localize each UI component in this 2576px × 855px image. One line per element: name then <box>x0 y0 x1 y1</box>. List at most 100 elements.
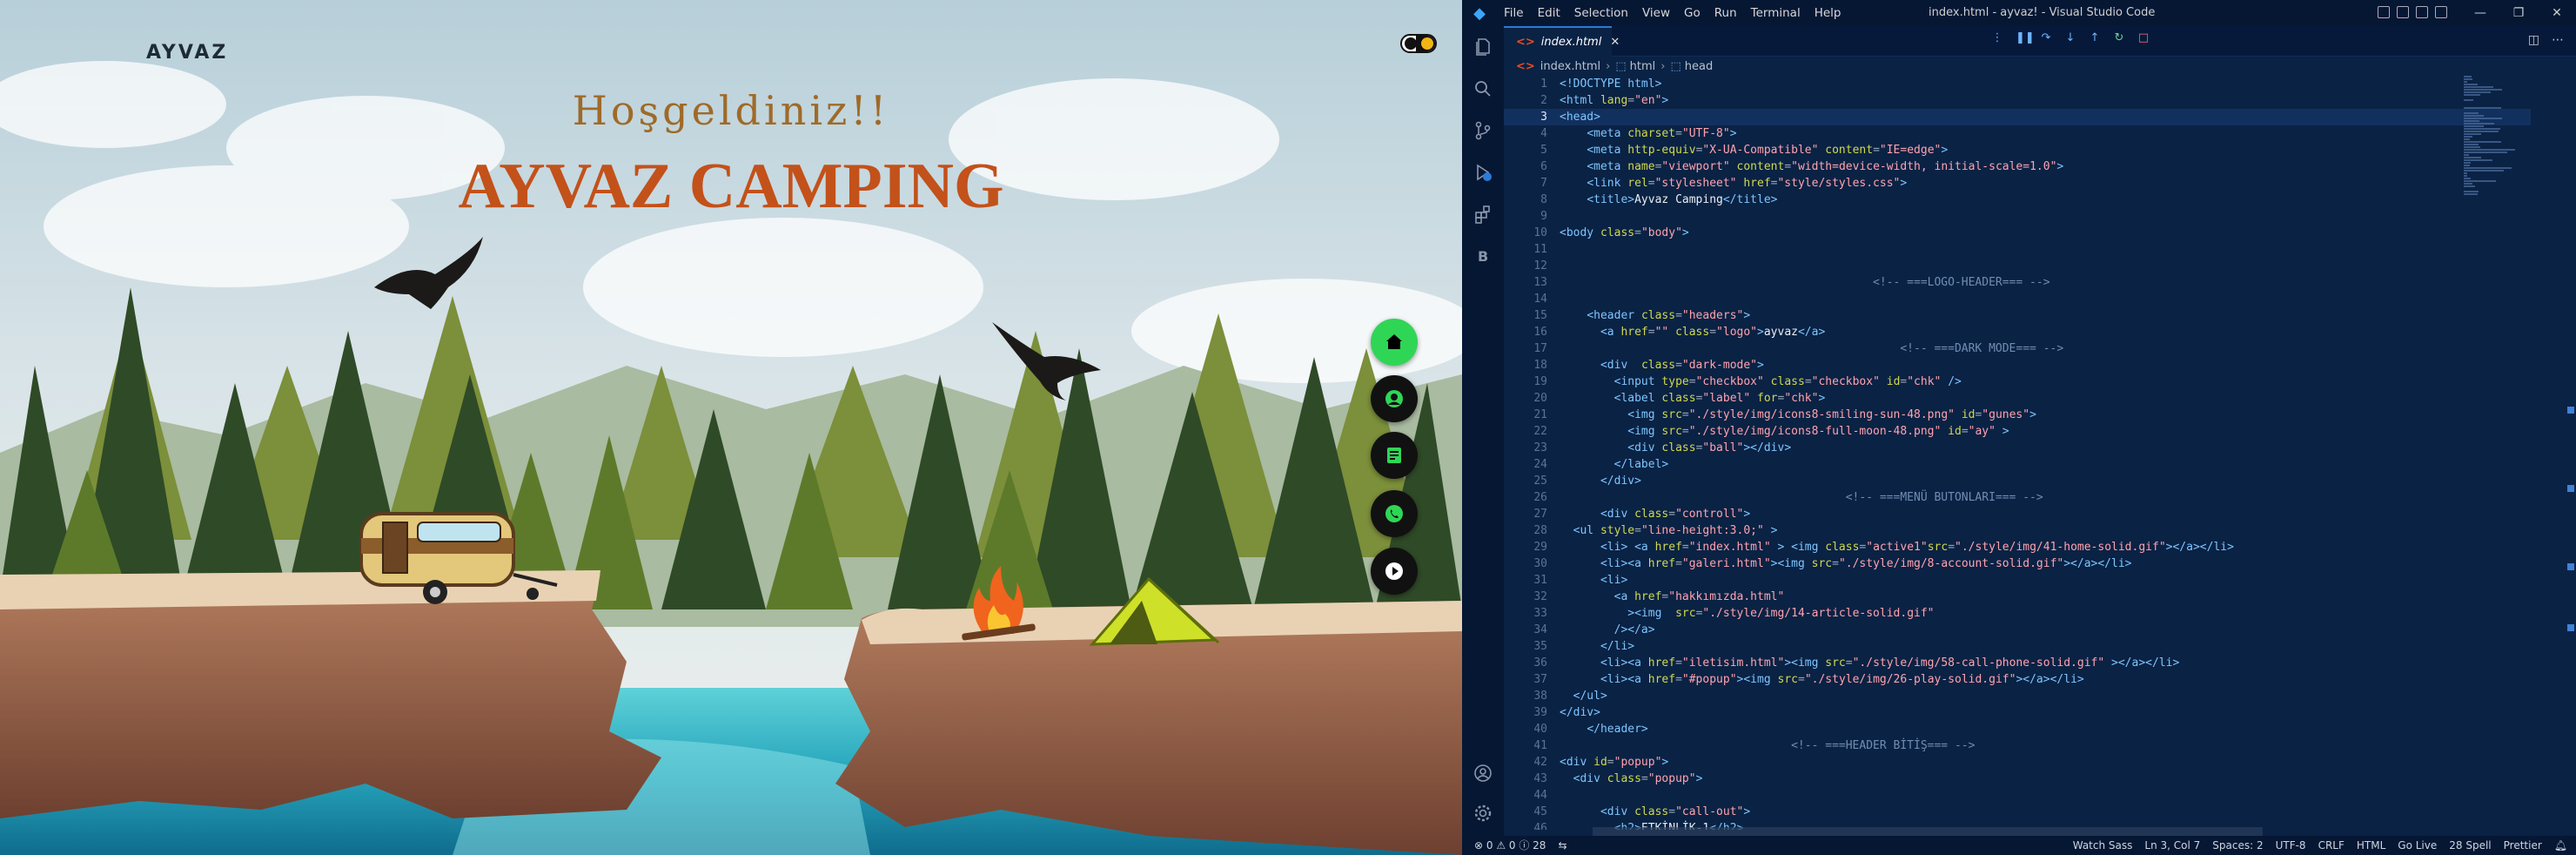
code-line[interactable]: 13 <!-- ===LOGO-HEADER=== --> <box>1504 274 2531 291</box>
cursor-position[interactable]: Ln 3, Col 7 <box>2144 836 2200 855</box>
code-line[interactable]: 34 /></a> <box>1504 622 2531 638</box>
spell-checker[interactable]: 28 Spell <box>2449 836 2491 855</box>
code-line[interactable]: 22 <img src="./style/img/icons8-full-moo… <box>1504 423 2531 440</box>
step-into-icon[interactable]: ↓ <box>2064 32 2076 44</box>
search-icon[interactable] <box>1469 75 1497 103</box>
site-logo[interactable]: AYVAZ <box>146 42 228 64</box>
tab-index-html[interactable]: <> index.html ✕ <box>1504 26 1620 57</box>
code-line[interactable]: 1 <!DOCTYPE html> <box>1504 76 2531 92</box>
menu-terminal[interactable]: Terminal <box>1744 6 1808 20</box>
code-line[interactable]: 26 <!-- ===MENÜ BUTONLARI=== --> <box>1504 489 2531 506</box>
code-line[interactable]: 36 <li><a href="iletisim.html"><img src=… <box>1504 655 2531 671</box>
language-mode[interactable]: HTML <box>2357 836 2385 855</box>
code-line[interactable]: 27 <div class="controll"> <box>1504 506 2531 522</box>
encoding[interactable]: UTF-8 <box>2276 836 2306 855</box>
explorer-icon[interactable] <box>1469 33 1497 61</box>
go-live-button[interactable]: Go Live <box>2398 836 2437 855</box>
code-line[interactable]: 23 <div class="ball"></div> <box>1504 440 2531 456</box>
split-editor-icon[interactable]: ◫ <box>2528 33 2539 47</box>
code-line[interactable]: 14 <box>1504 291 2531 307</box>
drag-handle-icon[interactable]: ⋮ <box>1991 32 2003 44</box>
nav-home-button[interactable] <box>1371 319 1418 366</box>
code-line[interactable]: 32 <a href="hakkımızda.html" <box>1504 589 2531 605</box>
code-line[interactable]: 18 <div class="dark-mode"> <box>1504 357 2531 374</box>
restore-icon[interactable]: ❐ <box>2499 0 2538 26</box>
code-line[interactable]: 40 </header> <box>1504 721 2531 737</box>
line-endings[interactable]: CRLF <box>2318 836 2345 855</box>
code-line[interactable]: 25 </div> <box>1504 473 2531 489</box>
code-line[interactable]: 43 <div class="popup"> <box>1504 771 2531 787</box>
run-debug-icon[interactable] <box>1469 158 1497 186</box>
code-line[interactable]: 12 <box>1504 258 2531 274</box>
step-over-icon[interactable]: ↷ <box>2040 32 2052 44</box>
code-line[interactable]: 31 <li> <box>1504 572 2531 589</box>
code-editor[interactable]: 1 <!DOCTYPE html> 2 <html lang="en"> 3 <head>… <box>1504 76 2531 830</box>
vertical-scrollbar[interactable] <box>2566 76 2576 830</box>
code-line[interactable]: 17 <!-- ===DARK MODE=== --> <box>1504 340 2531 357</box>
code-line[interactable]: 15 <header class="headers"> <box>1504 307 2531 324</box>
code-line[interactable]: 2 <html lang="en"> <box>1504 92 2531 109</box>
notifications-bell-icon[interactable]: 🔔︎ <box>2554 836 2567 855</box>
extensions-icon[interactable] <box>1469 200 1497 228</box>
source-control-icon[interactable] <box>1469 117 1497 145</box>
code-line[interactable]: 11 <box>1504 241 2531 258</box>
nav-phone-button[interactable] <box>1371 490 1418 537</box>
code-line[interactable]: 6 <meta name="viewport" content="width=d… <box>1504 158 2531 175</box>
problems-indicator[interactable]: ⊗ 0 ⚠ 0 ⓘ 28 <box>1474 836 1546 855</box>
more-actions-icon[interactable]: ⋯ <box>2552 33 2564 47</box>
customize-layout-icon[interactable] <box>2435 6 2447 18</box>
toggle-sidebar-icon[interactable] <box>2378 6 2390 18</box>
dark-mode-toggle[interactable] <box>1400 34 1437 53</box>
horizontal-scrollbar[interactable] <box>1593 827 2263 836</box>
settings-gear-icon[interactable] <box>1469 799 1497 827</box>
stop-icon[interactable]: □ <box>2137 32 2150 44</box>
restart-icon[interactable]: ↻ <box>2113 32 2125 44</box>
code-line[interactable]: 16 <a href="" class="logo">ayvaz</a> <box>1504 324 2531 340</box>
code-line[interactable]: 42 <div id="popup"> <box>1504 754 2531 771</box>
pause-icon[interactable]: ❚❚ <box>2016 32 2035 44</box>
prettier-status[interactable]: Prettier <box>2504 836 2542 855</box>
code-line[interactable]: 28 <ul style="line-height:3.0;" > <box>1504 522 2531 539</box>
close-tab-icon[interactable]: ✕ <box>1610 36 1620 49</box>
nav-account-button[interactable] <box>1371 375 1418 422</box>
code-line[interactable]: 9 <box>1504 208 2531 225</box>
accounts-icon[interactable] <box>1469 759 1497 787</box>
nav-article-button[interactable] <box>1371 432 1418 479</box>
code-line[interactable]: 19 <input type="checkbox" class="checkbo… <box>1504 374 2531 390</box>
code-line[interactable]: 38 </ul> <box>1504 688 2531 704</box>
code-line[interactable]: 21 <img src="./style/img/icons8-smiling-… <box>1504 407 2531 423</box>
step-out-icon[interactable]: ↑ <box>2089 32 2101 44</box>
indentation[interactable]: Spaces: 2 <box>2212 836 2263 855</box>
menu-help[interactable]: Help <box>1808 6 1848 20</box>
code-line[interactable]: 39 </div> <box>1504 704 2531 721</box>
code-line[interactable]: 3 <head> <box>1504 109 2531 125</box>
code-line[interactable]: 20 <label class="label" for="chk"> <box>1504 390 2531 407</box>
code-line[interactable]: 41 <!-- ===HEADER BİTİŞ=== --> <box>1504 737 2531 754</box>
menu-edit[interactable]: Edit <box>1531 6 1567 20</box>
menu-view[interactable]: View <box>1635 6 1677 20</box>
bootstrap-icon[interactable]: B <box>1469 242 1497 270</box>
menu-selection[interactable]: Selection <box>1567 6 1635 20</box>
nav-play-button[interactable] <box>1371 548 1418 595</box>
code-line[interactable]: 24 </label> <box>1504 456 2531 473</box>
code-line[interactable]: 44 <box>1504 787 2531 804</box>
menu-run[interactable]: Run <box>1707 6 1744 20</box>
menu-go[interactable]: Go <box>1677 6 1707 20</box>
code-line[interactable]: 29 <li> <a href="index.html" > <img clas… <box>1504 539 2531 555</box>
menu-file[interactable]: File <box>1497 6 1531 20</box>
code-line[interactable]: 10 <body class="body"> <box>1504 225 2531 241</box>
live-share-icon[interactable]: ⇆ <box>1558 836 1566 855</box>
breadcrumb-file[interactable]: index.html <box>1540 60 1600 73</box>
code-line[interactable]: 4 <meta charset="UTF-8"> <box>1504 125 2531 142</box>
breadcrumb-html[interactable]: html <box>1630 60 1656 73</box>
code-line[interactable]: 30 <li><a href="galeri.html"><img src=".… <box>1504 555 2531 572</box>
code-line[interactable]: 37 <li><a href="#popup"><img src="./styl… <box>1504 671 2531 688</box>
minimize-icon[interactable]: — <box>2461 0 2499 26</box>
code-line[interactable]: 5 <meta http-equiv="X-UA-Compatible" con… <box>1504 142 2531 158</box>
close-window-icon[interactable]: ✕ <box>2538 0 2576 26</box>
breadcrumb-head[interactable]: head <box>1685 60 1713 73</box>
toggle-panel-icon[interactable] <box>2397 6 2409 18</box>
code-line[interactable]: 45 <div class="call-out"> <box>1504 804 2531 820</box>
minimap[interactable] <box>2462 76 2558 830</box>
code-line[interactable]: 7 <link rel="stylesheet" href="style/sty… <box>1504 175 2531 192</box>
